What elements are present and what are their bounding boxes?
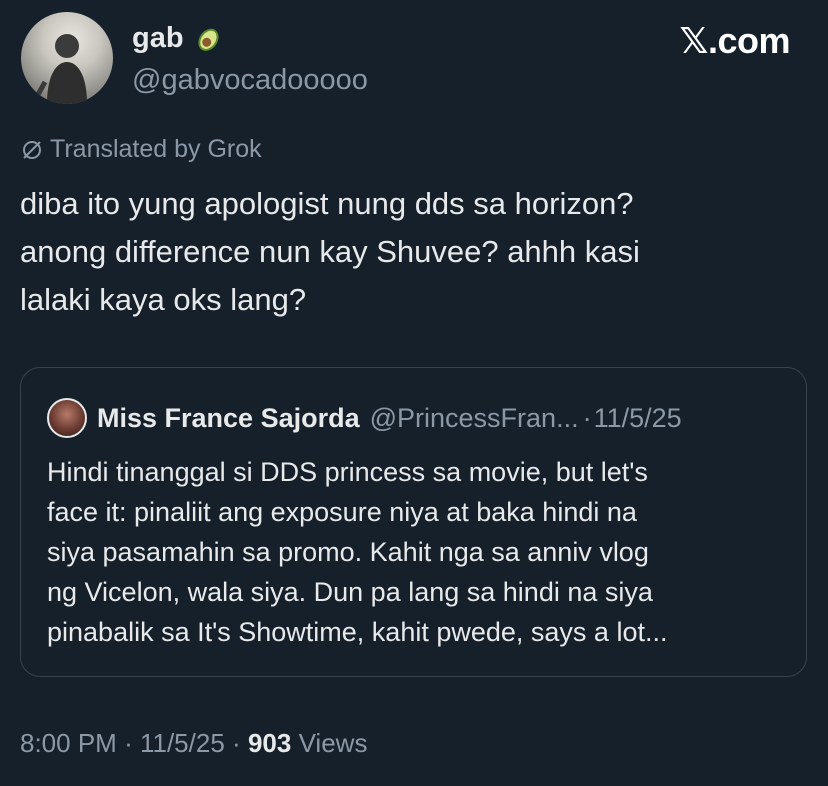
quoted-line: ng Vicelon, wala siya. Dun pa lang sa hi… <box>47 577 653 607</box>
tweet-body: diba ito yung apologist nung dds sa hori… <box>20 180 810 324</box>
x-com-logo: 𝕏.com <box>679 20 790 61</box>
author-handle[interactable]: @gabvocadooooo <box>132 64 368 97</box>
quoted-author-avatar[interactable] <box>47 398 87 438</box>
tweet-line: lalaki kaya oks lang? <box>20 282 307 317</box>
tweet-line: anong difference nun kay Shuvee? ahhh ka… <box>20 234 640 269</box>
translation-note[interactable]: Translated by Grok <box>20 135 262 164</box>
views-count: 903 <box>247 728 292 758</box>
quoted-line: siya pasamahin sa promo. Kahit nga sa an… <box>47 537 649 567</box>
quoted-author-name[interactable]: Miss France Sajorda <box>97 403 360 434</box>
translation-note-text: Translated by Grok <box>50 135 262 163</box>
tweet-date[interactable]: 11/5/25 <box>140 728 225 758</box>
tweet-meta: 8:00 PM · 11/5/25 · 903 Views <box>20 728 367 759</box>
quoted-tweet-body: Hindi tinanggal si DDS princess sa movie… <box>47 452 792 652</box>
meta-separator: · <box>232 728 241 758</box>
grok-icon <box>23 140 41 159</box>
author-display-name[interactable]: gab <box>132 22 224 55</box>
quoted-tweet-card[interactable]: Miss France Sajorda @PrincessFran... · 1… <box>20 367 807 677</box>
quoted-date[interactable]: 11/5/25 <box>594 403 682 434</box>
quoted-separator: · <box>582 402 592 433</box>
tweet-line: diba ito yung apologist nung dds sa hori… <box>20 186 634 221</box>
avocado-icon <box>197 28 219 51</box>
quoted-author-handle[interactable]: @PrincessFran... <box>370 403 579 434</box>
quoted-line: pinabalik sa It's Showtime, kahit pwede,… <box>47 617 668 647</box>
quoted-line: face it: pinaliit ang exposure niya at b… <box>47 497 637 527</box>
quoted-tweet-header: Miss France Sajorda @PrincessFran... · 1… <box>47 398 682 438</box>
tweet-time[interactable]: 8:00 PM <box>20 728 117 758</box>
author-name-text: gab <box>132 22 184 54</box>
avatar-photo <box>32 34 87 104</box>
meta-separator: · <box>124 728 133 758</box>
quoted-line: Hindi tinanggal si DDS princess sa movie… <box>47 457 648 487</box>
author-avatar[interactable] <box>21 12 113 104</box>
views-label: Views <box>298 728 368 758</box>
